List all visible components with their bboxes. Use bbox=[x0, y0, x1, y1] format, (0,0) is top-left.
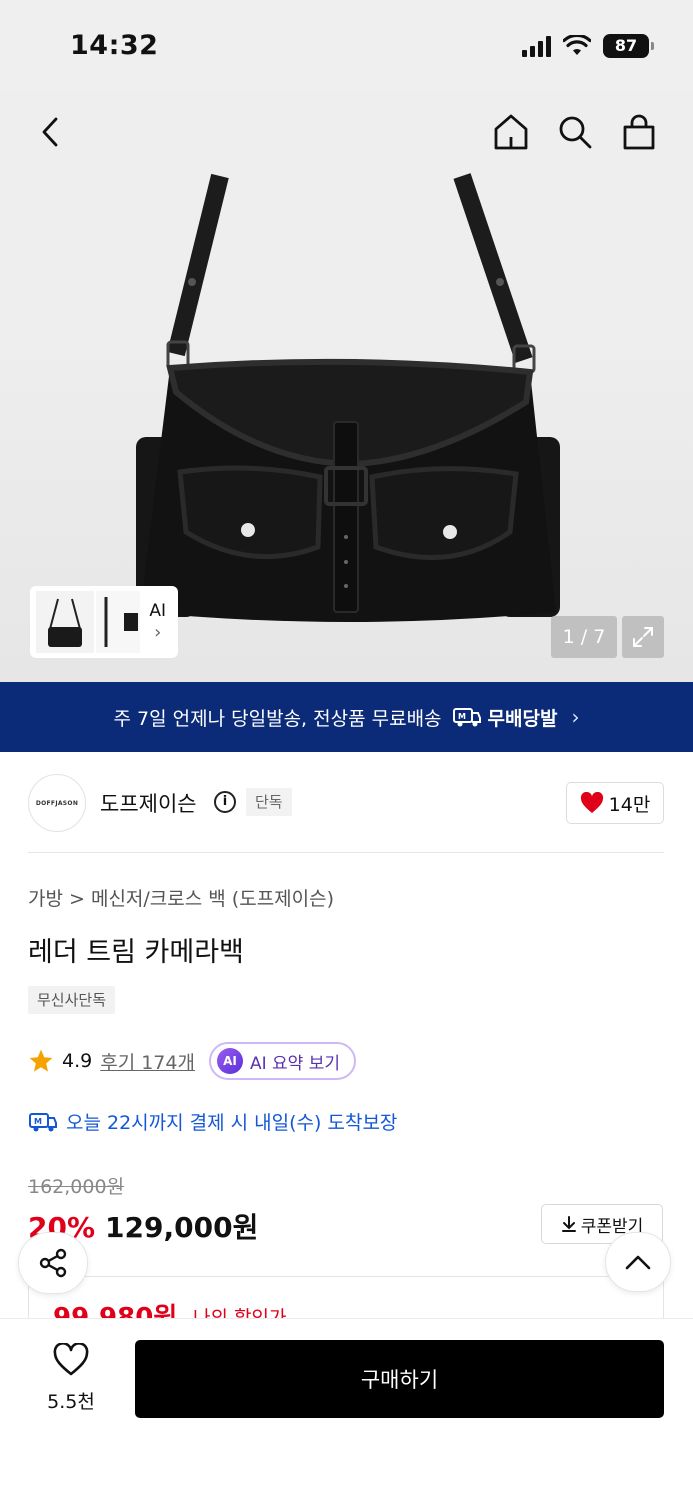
svg-text:M: M bbox=[34, 1117, 42, 1126]
delivery-text: 오늘 22시까지 결제 시 내일(수) 도착보장 bbox=[66, 1112, 398, 1134]
star-icon bbox=[29, 1049, 53, 1072]
image-thumbnail-ai[interactable]: AI › bbox=[30, 586, 178, 658]
delivery-guarantee[interactable]: M 오늘 22시까지 결제 시 내일(수) 도착보장 bbox=[28, 1108, 397, 1135]
brand-logo[interactable]: DOFFJASON bbox=[28, 774, 86, 832]
thumbnail-image bbox=[36, 591, 94, 653]
heart-filled-icon bbox=[580, 792, 603, 813]
search-icon bbox=[559, 116, 592, 149]
ai-summary-label: AI 요약 보기 bbox=[249, 1053, 340, 1074]
wishlist-button[interactable]: 5.5천 bbox=[40, 1342, 102, 1414]
info-icon[interactable]: i bbox=[214, 791, 236, 813]
brand-like-button[interactable]: 14만 bbox=[566, 782, 664, 824]
status-bar: 14:32 87 bbox=[0, 0, 693, 92]
buy-button[interactable]: 구매하기 bbox=[135, 1340, 664, 1418]
chevron-right-icon: › bbox=[154, 622, 162, 643]
image-pager: 1 / 7 bbox=[551, 616, 617, 658]
share-icon bbox=[39, 1248, 67, 1278]
scroll-to-top-button[interactable] bbox=[605, 1232, 671, 1292]
wifi-icon bbox=[563, 35, 591, 55]
review-count-link[interactable]: 후기 174개 bbox=[100, 1048, 195, 1075]
home-icon bbox=[494, 114, 528, 150]
share-button[interactable] bbox=[18, 1232, 88, 1294]
chevron-right-icon: › bbox=[571, 705, 580, 729]
bottom-action-bar: 5.5천 구매하기 bbox=[0, 1318, 693, 1500]
status-time: 14:32 bbox=[70, 30, 159, 61]
search-button[interactable] bbox=[553, 110, 597, 154]
shipping-banner[interactable]: 주 7일 언제나 당일발송, 전상품 무료배송 M 무배당발 › bbox=[0, 682, 693, 752]
battery-icon: 87 bbox=[603, 34, 654, 58]
expand-button[interactable] bbox=[622, 616, 664, 658]
original-price: 162,000원 bbox=[28, 1176, 125, 1198]
shipping-banner-text: 주 7일 언제나 당일발송, 전상품 무료배송 bbox=[113, 707, 442, 730]
svg-text:M: M bbox=[458, 712, 466, 721]
download-icon bbox=[561, 1216, 576, 1232]
brand-like-count: 14만 bbox=[608, 793, 651, 816]
product-title: 레더 트림 카메라백 bbox=[28, 937, 244, 968]
exclusive-brand-tag: 단독 bbox=[246, 788, 292, 816]
delivery-truck-icon: M bbox=[452, 708, 481, 727]
heart-outline-icon bbox=[53, 1342, 89, 1376]
top-navigation bbox=[0, 92, 693, 172]
cellular-signal-icon bbox=[522, 35, 551, 57]
ai-summary-button[interactable]: AI AI 요약 보기 bbox=[208, 1042, 356, 1080]
back-icon bbox=[42, 117, 58, 147]
musinsa-exclusive-tag: 무신사단독 bbox=[28, 986, 116, 1014]
delivery-truck-icon: M bbox=[29, 1112, 57, 1131]
free-shipping-label: 무배당발 bbox=[487, 707, 558, 730]
wishlist-count: 5.5천 bbox=[47, 1391, 95, 1413]
expand-icon bbox=[633, 627, 653, 647]
status-icons: 87 bbox=[522, 34, 654, 58]
chevron-up-icon bbox=[625, 1255, 651, 1270]
thumbnail-ai-label: AI › bbox=[149, 600, 166, 644]
rating-value: 4.9 bbox=[62, 1050, 93, 1072]
rating-row: 4.9 후기 174개 AI AI 요약 보기 bbox=[28, 1042, 356, 1080]
sale-price: 129,000원 bbox=[105, 1211, 259, 1244]
ai-icon: AI bbox=[216, 1048, 243, 1074]
thumbnail-bag-icon bbox=[48, 598, 82, 647]
divider bbox=[28, 852, 664, 853]
home-button[interactable] bbox=[489, 110, 533, 154]
shopping-bag-icon bbox=[623, 114, 655, 150]
thumbnail-side-icon bbox=[104, 597, 138, 647]
free-shipping-badge: M 무배당발 bbox=[452, 704, 558, 731]
thumbnail-ai-text: AI bbox=[149, 601, 166, 621]
brand-name[interactable]: 도프제이슨 bbox=[100, 788, 197, 818]
breadcrumb[interactable]: 가방 > 메신저/크로스 백 (도프제이슨) bbox=[28, 884, 334, 911]
back-button[interactable] bbox=[28, 110, 72, 154]
brand-row: DOFFJASON 도프제이슨 i 단독 14만 bbox=[28, 772, 664, 834]
thumbnail-image-2 bbox=[96, 591, 140, 653]
cart-button[interactable] bbox=[617, 110, 661, 154]
